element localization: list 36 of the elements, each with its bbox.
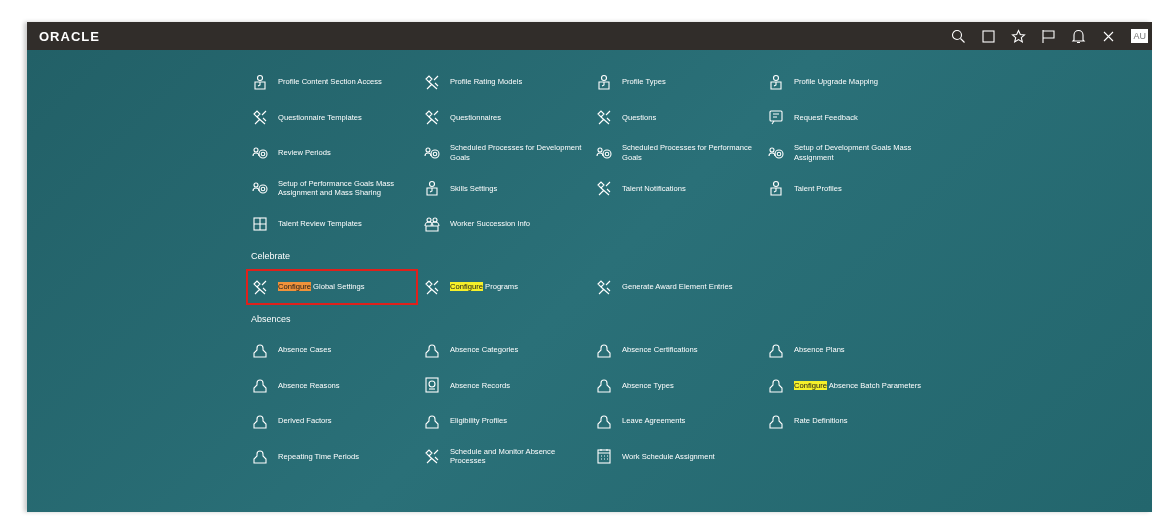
grid-icon xyxy=(252,215,268,232)
flag-icon[interactable] xyxy=(1041,28,1057,44)
feedback-icon xyxy=(768,109,784,126)
person-icon xyxy=(768,377,784,394)
profile-icon xyxy=(768,73,784,90)
person-icon xyxy=(252,448,268,465)
profile-icon xyxy=(768,180,784,197)
person-icon xyxy=(252,341,268,358)
record-icon xyxy=(424,377,440,394)
bell-icon[interactable] xyxy=(1071,28,1087,44)
user-avatar[interactable]: AU xyxy=(1131,29,1148,43)
person-icon xyxy=(596,377,612,394)
target-people-icon xyxy=(252,180,268,197)
target-people-icon xyxy=(252,144,268,161)
person-icon xyxy=(424,412,440,429)
person-icon xyxy=(252,412,268,429)
logo[interactable]: ORACLE xyxy=(39,29,100,43)
target-people-icon xyxy=(424,144,440,161)
person-icon xyxy=(252,377,268,394)
profile-icon xyxy=(252,73,268,90)
person-icon xyxy=(596,341,612,358)
person-icon xyxy=(768,412,784,429)
section-title: Absences xyxy=(251,312,292,326)
search-icon[interactable] xyxy=(951,28,967,44)
target-people-icon xyxy=(768,144,784,161)
star-icon[interactable] xyxy=(1011,28,1027,44)
calendar-icon xyxy=(596,448,612,465)
profile-icon xyxy=(424,180,440,197)
square-icon[interactable] xyxy=(981,28,997,44)
section-title: Celebrate xyxy=(251,249,292,263)
profile-icon xyxy=(596,73,612,90)
target-people-icon xyxy=(596,144,612,161)
person-icon xyxy=(768,341,784,358)
person-icon xyxy=(596,412,612,429)
person-icon xyxy=(424,341,440,358)
people-group-icon xyxy=(424,215,440,232)
